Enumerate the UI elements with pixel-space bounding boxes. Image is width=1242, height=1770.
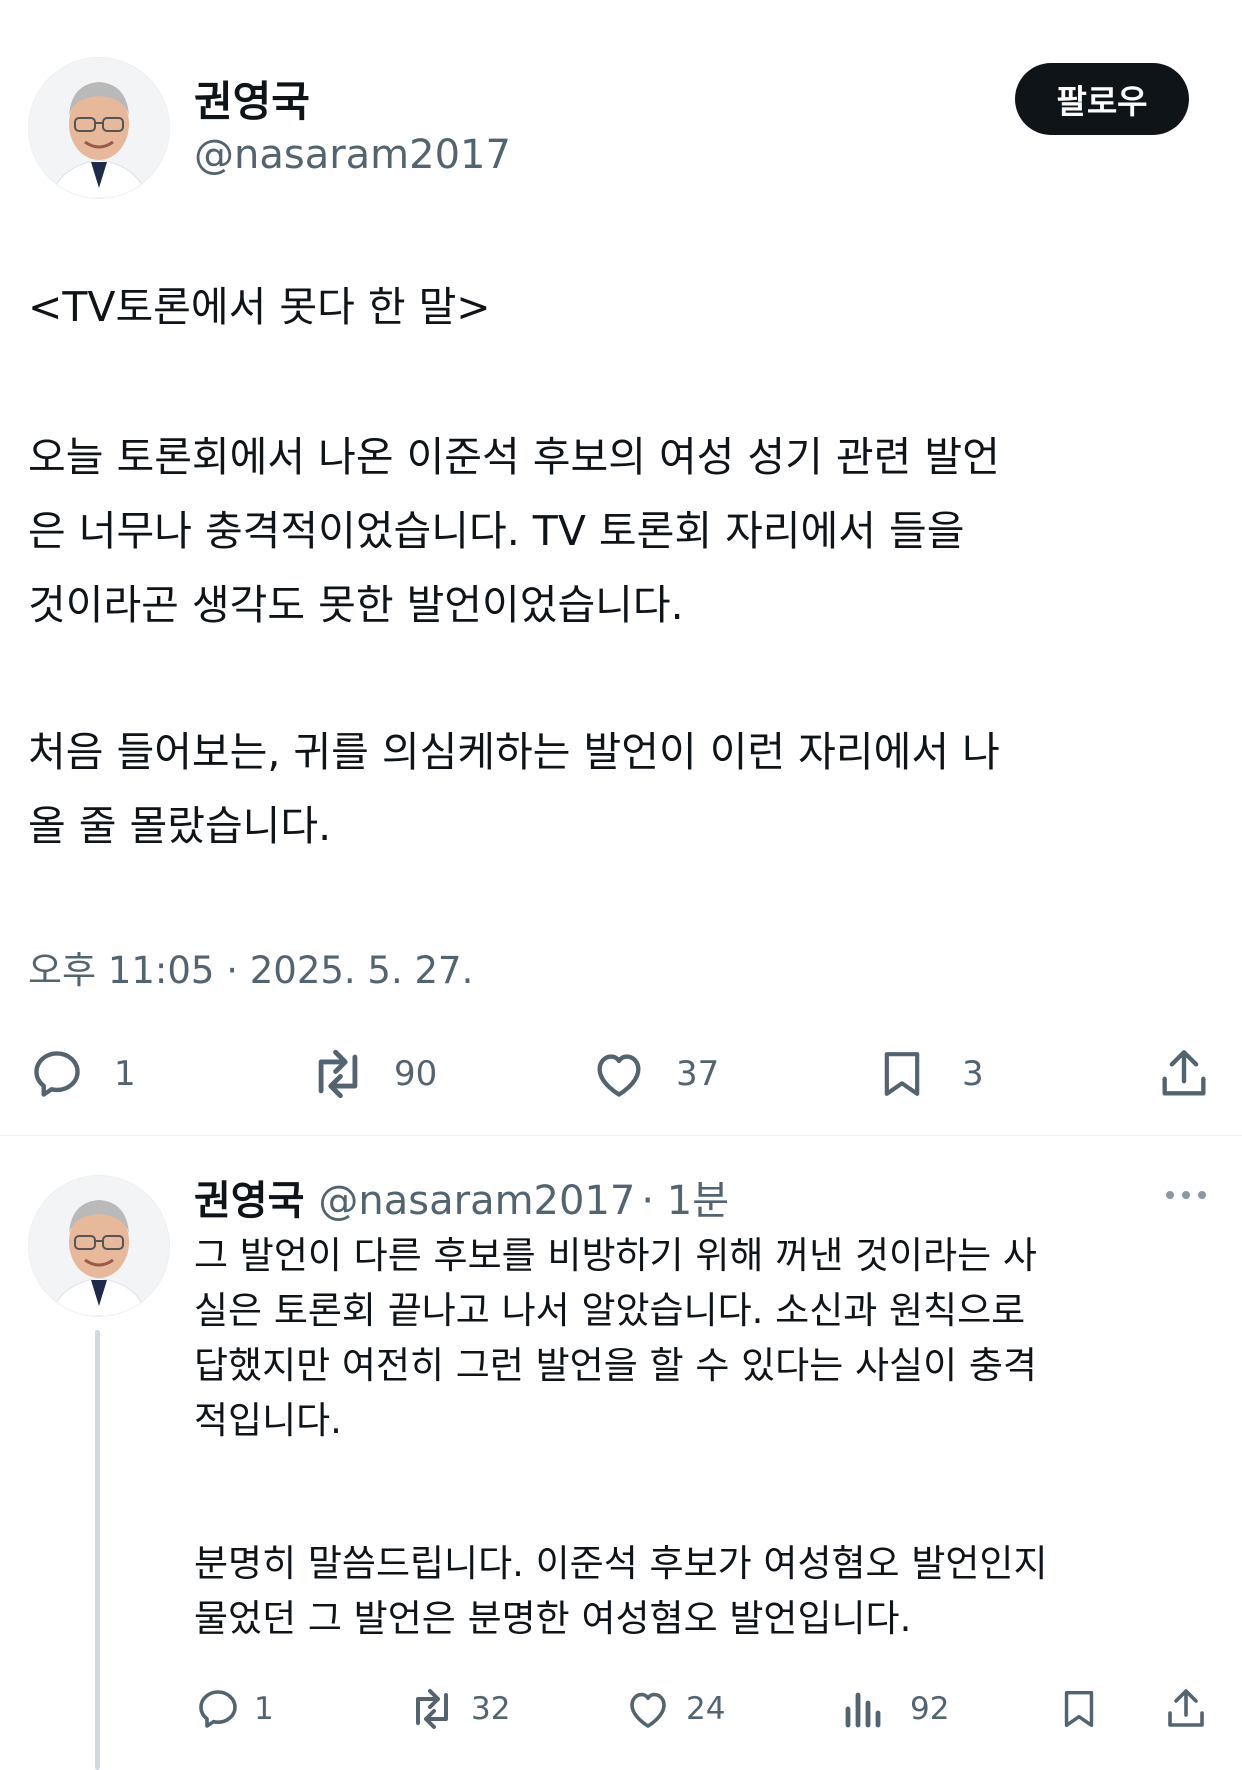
author-name[interactable]: 권영국 [194,68,310,129]
reply-header: 권영국 @nasaram2017 · 1분 [194,1168,729,1226]
reply-share-button[interactable] [1162,1684,1210,1734]
bookmark-icon [1064,1690,1094,1728]
thread-line [95,1330,100,1770]
reply-count: 1 [114,1054,136,1094]
tweet-title: <TV토론에서 못다 한 말> [28,283,491,331]
reply-reply-count: 1 [254,1691,274,1727]
like-button[interactable]: 37 [590,1044,719,1104]
repost-button[interactable]: 90 [306,1044,437,1104]
share-icon [1162,1050,1206,1096]
reply-button[interactable]: 1 [28,1044,136,1104]
like-count: 37 [676,1054,720,1094]
bookmark-button[interactable]: 3 [874,1044,984,1104]
reply-icon [199,1690,237,1728]
views-icon [845,1692,881,1728]
author-avatar[interactable] [28,57,170,199]
heart-icon [597,1054,641,1097]
reply-views-count: 92 [910,1691,950,1727]
share-button[interactable] [1155,1044,1213,1104]
repost-icon [416,1689,448,1729]
reply-repost-count: 32 [471,1691,511,1727]
more-button[interactable] [1164,1180,1208,1210]
repost-count: 90 [394,1054,438,1094]
follow-button[interactable]: 팔로우 [1015,63,1189,135]
tweet-paragraph-1: 오늘 토론회에서 나온 이준석 후보의 여성 성기 관련 발언 은 너무나 충격… [28,433,1000,629]
reply-icon [34,1051,80,1097]
reply-author-avatar[interactable] [28,1175,170,1317]
heart-icon [630,1692,666,1728]
reply-like-count: 24 [686,1691,726,1727]
author-handle[interactable]: @nasaram2017 [194,132,511,178]
reply-views-button[interactable]: 92 [842,1684,949,1734]
reply-repost-button[interactable]: 32 [405,1684,510,1734]
avatar-image [29,58,169,198]
avatar-image [29,1176,169,1316]
reply-reply-button[interactable]: 1 [194,1684,274,1734]
reply-bookmark-button[interactable] [1056,1684,1102,1734]
tweet-paragraph-2: 처음 들어보는, 귀를 의심케하는 발언이 이런 자리에서 나 올 줄 몰랐습니… [28,728,1000,850]
reply-author-handle[interactable]: @nasaram2017 [318,1178,635,1224]
more-icon [1166,1191,1206,1199]
reply-time[interactable]: · 1분 [641,1168,729,1226]
reply-paragraph-1: 그 발언이 다른 후보를 비방하기 위해 꺼낸 것이라는 사 실은 토론회 끝나… [194,1234,1037,1442]
bookmark-icon [884,1052,920,1096]
tweet-timestamp[interactable]: 오후 11:05 · 2025. 5. 27. [28,940,473,994]
repost-icon [318,1049,358,1099]
reply-like-button[interactable]: 24 [624,1684,725,1734]
reply-author-name[interactable]: 권영국 [194,1168,304,1226]
share-icon [1168,1689,1204,1727]
bookmark-count: 3 [962,1054,984,1094]
divider [0,1135,1242,1136]
reply-paragraph-2: 분명히 말씀드립니다. 이준석 후보가 여성혐오 발언인지 물었던 그 발언은 … [194,1542,1048,1640]
